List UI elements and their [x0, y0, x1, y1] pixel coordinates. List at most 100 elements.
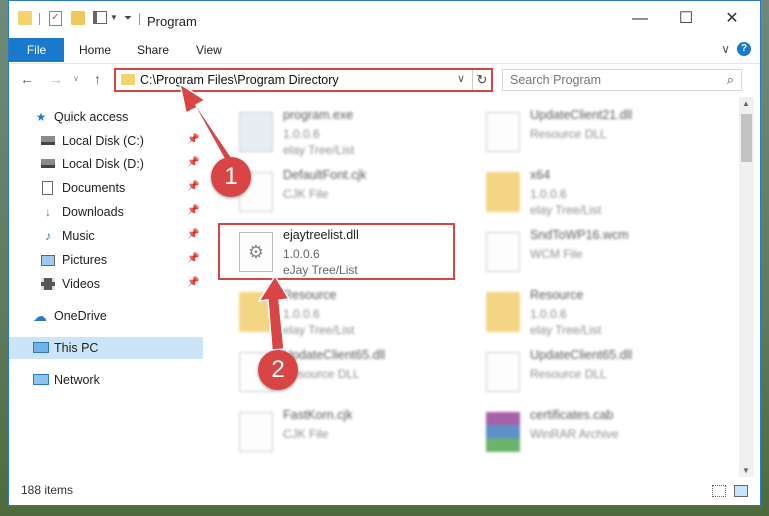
folder-icon [486, 292, 520, 332]
address-bar[interactable]: C:\Program Files\Program Directory ∨ ↻ [114, 68, 493, 92]
file-name: UpdateClient65.dll [530, 348, 633, 362]
file-item[interactable]: Resource 1.0.0.6 elay Tree/List [235, 286, 470, 344]
scroll-thumb[interactable] [741, 114, 752, 162]
window-title: Program [147, 14, 197, 29]
file-name: FastKorn.cjk [283, 408, 353, 422]
sidebar-item-downloads[interactable]: ↓ Downloads 📌 [9, 201, 203, 223]
sidebar-item-label: Videos [62, 277, 100, 291]
folder-icon [18, 11, 32, 25]
folder-icon [486, 172, 520, 212]
sidebar-item-label: Network [54, 373, 100, 387]
dropdown-icon[interactable]: ⏷ [124, 13, 132, 24]
tab-share[interactable]: Share [137, 38, 169, 62]
tab-home[interactable]: Home [79, 38, 111, 62]
cloud-icon: ☁ [33, 308, 47, 324]
file-meta: 1.0.0.6 [283, 127, 320, 141]
document-icon [239, 412, 273, 452]
file-item[interactable]: Resource 1.0.0.6 elay Tree/List [482, 286, 717, 344]
drive-icon [41, 159, 55, 168]
documents-icon [42, 181, 53, 195]
target-file-highlight [218, 223, 455, 280]
file-item[interactable]: x64 1.0.0.6 elay Tree/List [482, 166, 717, 224]
sidebar-item-label: Documents [62, 181, 126, 195]
sidebar-item-music[interactable]: ♪ Music 📌 [9, 225, 203, 247]
file-item[interactable]: UpdateClient21.dll Resource DLL [482, 106, 717, 164]
file-meta: elay Tree/List [530, 323, 602, 337]
address-path[interactable]: C:\Program Files\Program Directory [140, 73, 339, 87]
file-meta: CJK File [283, 187, 329, 201]
tab-view[interactable]: View [196, 38, 222, 62]
folder-icon [239, 292, 273, 332]
address-dropdown-icon[interactable]: ∨ [457, 72, 465, 85]
sidebar-item-label: Downloads [62, 205, 124, 219]
properties-icon[interactable]: ✓ [49, 11, 62, 26]
file-meta: WCM File [530, 247, 583, 261]
expand-ribbon-icon[interactable]: ∨ [721, 42, 730, 56]
vertical-scrollbar[interactable]: ▲ ▼ [739, 97, 754, 477]
sidebar-item-pictures[interactable]: Pictures 📌 [9, 249, 203, 271]
sidebar-item-documents[interactable]: Documents 📌 [9, 177, 203, 199]
sidebar-item-videos[interactable]: Videos 📌 [9, 273, 203, 295]
sidebar-item-local-disk-c[interactable]: Local Disk (C:) 📌 [9, 130, 203, 152]
new-folder-icon[interactable] [71, 11, 85, 25]
file-item[interactable]: certificates.cab WinRAR Archive [482, 406, 717, 464]
exe-icon [239, 112, 273, 152]
computer-icon [33, 342, 49, 353]
sidebar-item-label: Local Disk (C:) [62, 134, 144, 148]
pin-icon: 📌 [187, 229, 200, 240]
forward-icon[interactable]: → [49, 71, 63, 87]
file-meta: 1.0.0.6 [530, 307, 567, 321]
back-icon[interactable]: ← [20, 71, 34, 87]
search-icon[interactable]: ⌕ [727, 72, 734, 88]
file-name: x64 [530, 168, 551, 182]
tab-file[interactable]: File [9, 38, 64, 62]
file-name: SndToWP16.wcm [530, 228, 629, 242]
drive-icon [41, 136, 55, 145]
scroll-up-icon[interactable]: ▲ [742, 99, 750, 108]
search-box[interactable]: Search Program ⌕ [502, 69, 742, 91]
details-view-icon[interactable] [712, 485, 726, 497]
customize-toolbar-icon[interactable] [93, 11, 107, 24]
file-meta: elay Tree/List [283, 323, 355, 337]
file-name: UpdateClient21.dll [530, 108, 633, 122]
file-name: UpdateClient65.dll [283, 348, 386, 362]
sidebar-item-network[interactable]: Network [9, 369, 203, 391]
file-meta: elay Tree/List [530, 203, 602, 217]
document-icon [486, 232, 520, 272]
large-icons-view-icon[interactable] [734, 485, 748, 497]
file-name: DefaultFont.cjk [283, 168, 367, 182]
pin-icon: 📌 [187, 181, 200, 192]
sidebar-item-this-pc[interactable]: This PC [9, 337, 203, 359]
separator [39, 13, 40, 25]
maximize-button[interactable]: ☐ [663, 1, 709, 37]
search-input[interactable]: Search Program [510, 73, 601, 87]
minimize-button[interactable]: — [617, 1, 663, 37]
file-name: program.exe [283, 108, 354, 122]
file-item[interactable]: UpdateClient65.dll Resource DLL [482, 346, 717, 404]
refresh-icon[interactable]: ↻ [472, 70, 491, 90]
sidebar-item-quick-access[interactable]: ★ Quick access [9, 106, 203, 128]
file-item[interactable]: FastKorn.cjk CJK File [235, 406, 470, 464]
sidebar-item-onedrive[interactable]: ☁ OneDrive [9, 305, 203, 327]
pin-icon: 📌 [187, 157, 200, 168]
file-name: Resource [530, 288, 584, 302]
file-item[interactable]: program.exe 1.0.0.6 elay Tree/List [235, 106, 470, 164]
sidebar-item-label: Quick access [54, 110, 129, 124]
file-item[interactable]: DefaultFont.cjk CJK File [235, 166, 470, 224]
navigation-pane: ★ Quick access Local Disk (C:) 📌 Local D… [9, 96, 203, 476]
file-meta: WinRAR Archive [530, 427, 619, 441]
scroll-down-icon[interactable]: ▼ [742, 466, 750, 475]
up-icon[interactable]: ↑ [94, 71, 101, 87]
sidebar-item-local-disk-d[interactable]: Local Disk (D:) 📌 [9, 153, 203, 175]
star-icon: ★ [35, 110, 47, 124]
pin-icon: 📌 [187, 253, 200, 264]
dll-icon [486, 352, 520, 392]
help-icon[interactable]: ? [737, 42, 751, 56]
recent-locations-icon[interactable]: ∨ [73, 74, 79, 83]
close-button[interactable]: ✕ [709, 1, 755, 37]
chevron-down-icon[interactable]: ▼ [110, 13, 118, 22]
file-item[interactable]: SndToWP16.wcm WCM File [482, 226, 717, 284]
title-bar: ✓ ▼ ⏷ Program — ☐ ✕ [9, 1, 760, 37]
dll-icon [486, 112, 520, 152]
folder-icon [121, 74, 135, 85]
